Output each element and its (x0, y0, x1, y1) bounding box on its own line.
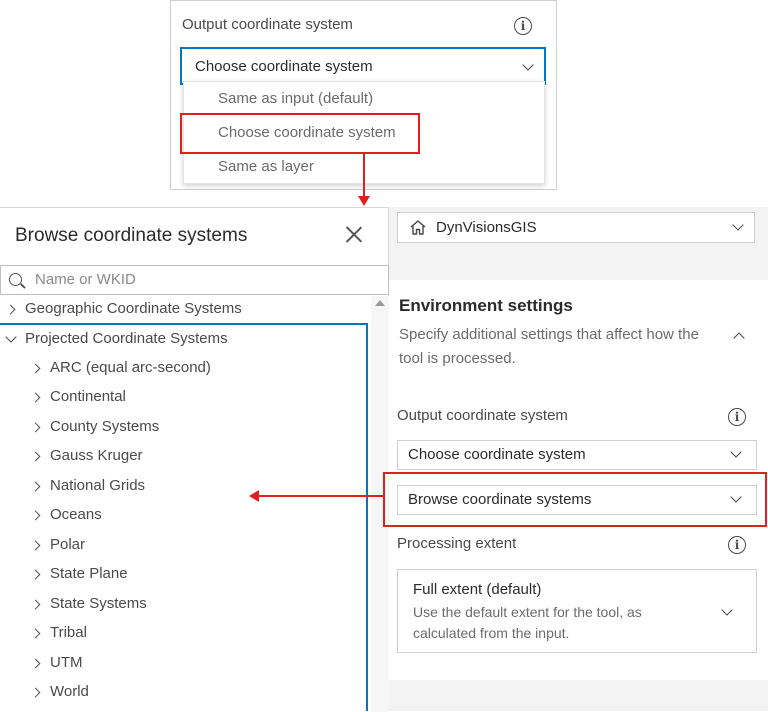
info-icon[interactable]: i (728, 408, 746, 426)
search-input[interactable]: Name or WKID (35, 271, 136, 288)
extent-description: Use the default extent for the tool, as … (413, 604, 642, 641)
selected-value: Choose coordinate system (195, 58, 373, 75)
scroll-up-icon[interactable] (375, 300, 385, 306)
section-description: Specify additional settings that affect … (399, 326, 699, 367)
processing-extent-select[interactable]: Full extent (default) Use the default ex… (397, 569, 757, 653)
home-icon (410, 220, 426, 235)
output-coordinate-system-label: Output coordinate system (182, 16, 353, 33)
highlight-choose-option (180, 113, 420, 154)
arrow-down-head (358, 196, 370, 206)
search-icon (9, 273, 22, 286)
section-title: Environment settings (399, 296, 573, 315)
tool-settings-panel: DynVisionsGIS Environment settings Speci… (389, 207, 768, 711)
info-icon[interactable]: i (514, 17, 532, 35)
chevron-down-icon (732, 219, 744, 231)
search-field[interactable]: Name or WKID (0, 265, 389, 295)
output-coordinate-system-select[interactable]: Choose coordinate system (397, 440, 757, 470)
chevron-down-icon (730, 446, 742, 458)
selected-value: Choose coordinate system (408, 446, 586, 463)
panel-title: Browse coordinate systems (15, 225, 248, 246)
arrow-left-head (249, 490, 259, 502)
option-same-as-input[interactable]: Same as input (default) (218, 90, 373, 107)
highlight-browse-select (383, 472, 767, 527)
extent-title: Full extent (default) (413, 581, 542, 598)
processing-extent-label: Processing extent (397, 535, 517, 552)
arrow-down-line (363, 153, 365, 198)
chevron-up-icon[interactable] (733, 332, 745, 344)
chevron-down-icon (721, 604, 733, 616)
output-coordinate-system-label: Output coordinate system (397, 407, 568, 424)
portal-name: DynVisionsGIS (436, 219, 537, 236)
output-coordinate-system-select[interactable]: Choose coordinate system (180, 47, 546, 85)
highlight-projected-tree (0, 323, 368, 711)
tree-item-geographic[interactable]: Geographic Coordinate Systems (0, 298, 360, 322)
chevron-right-icon (5, 304, 16, 315)
chevron-down-icon (522, 59, 534, 71)
option-same-as-layer[interactable]: Same as layer (218, 158, 314, 175)
tree-label: Geographic Coordinate Systems (25, 300, 242, 317)
portal-select[interactable]: DynVisionsGIS (397, 212, 755, 243)
info-icon[interactable]: i (728, 536, 746, 554)
close-icon[interactable] (345, 225, 363, 243)
arrow-left-line (258, 495, 383, 497)
